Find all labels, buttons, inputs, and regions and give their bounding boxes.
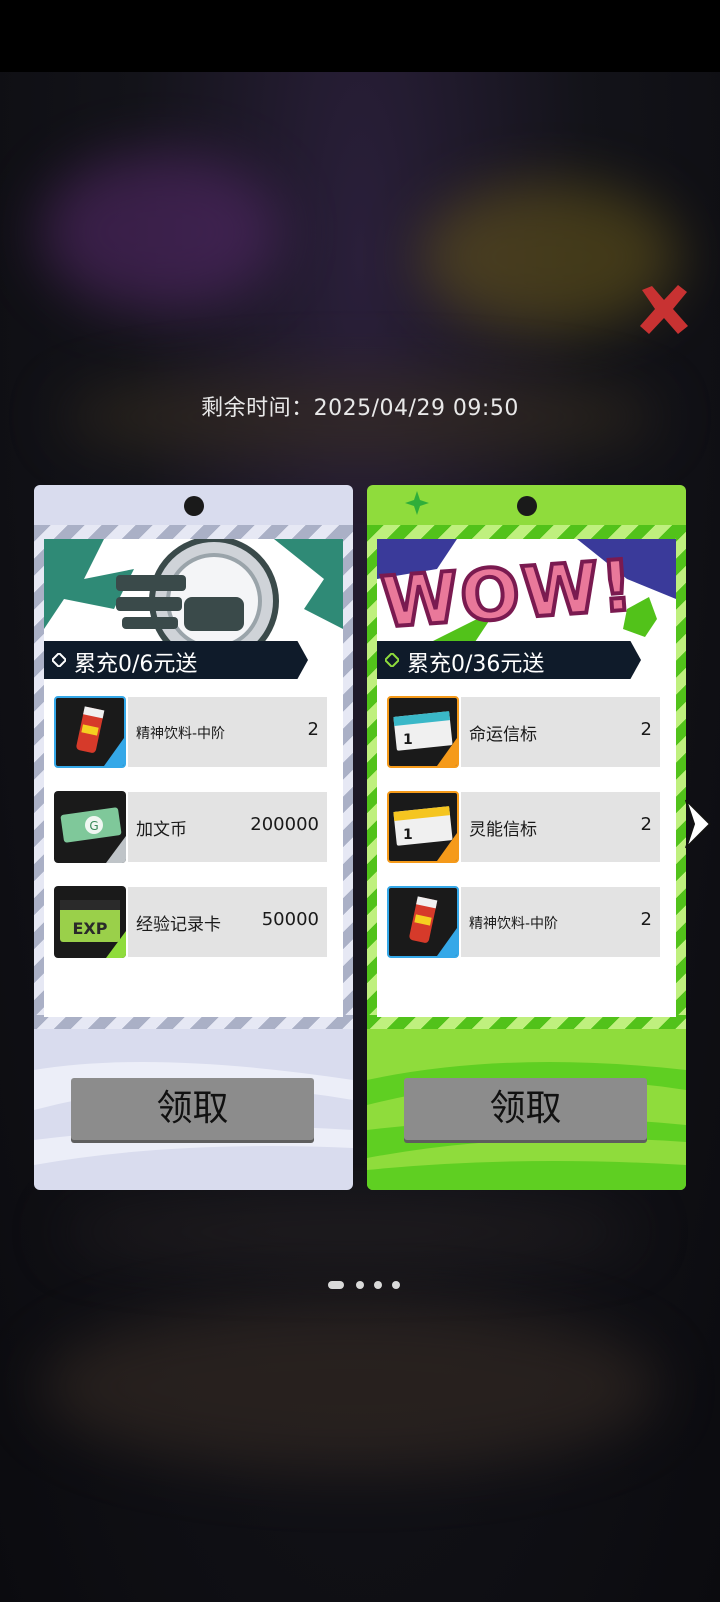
item-quantity: 2: [640, 814, 652, 835]
card-stripe-right: [676, 525, 686, 1015]
reward-card-36: WOW! 累充0/36元送 1 命运信标 2 1 灵能信标 2 精神饮料-中阶 …: [367, 485, 686, 1190]
wow-banner: WOW!: [377, 539, 676, 654]
chevron-right-icon[interactable]: [682, 798, 714, 850]
reward-item[interactable]: 精神饮料-中阶 2: [387, 886, 660, 958]
card-stripe-bottom: [367, 1015, 686, 1029]
svg-text:G: G: [89, 819, 98, 833]
card-panel: 累充0/6元送 精神饮料-中阶 2 G 加文币 200000 EXP 经验记录卡…: [44, 539, 343, 1017]
item-label-area: 灵能信标 2: [461, 792, 660, 862]
diamond-icon: [385, 653, 399, 667]
psionic-beacon-icon: 1: [387, 791, 459, 863]
item-name: 精神饮料-中阶: [136, 726, 226, 742]
reward-item[interactable]: 1 命运信标 2: [387, 696, 660, 768]
remaining-time: 剩余时间：2025/04/29 09:50: [201, 396, 519, 421]
item-label-area: 精神饮料-中阶 2: [461, 887, 660, 957]
item-quantity: 200000: [250, 814, 319, 835]
card-hole: [184, 496, 204, 516]
card-hole: [517, 496, 537, 516]
item-quantity: 2: [640, 909, 652, 930]
reward-item[interactable]: G 加文币 200000: [54, 791, 327, 863]
claim-button[interactable]: 领取: [404, 1078, 647, 1140]
page-dot[interactable]: [392, 1281, 400, 1289]
svg-text:1: 1: [403, 732, 413, 748]
sparkle-icon: [405, 491, 429, 515]
item-label-area: 加文币 200000: [128, 792, 327, 862]
page-dot[interactable]: [374, 1281, 382, 1289]
item-label-area: 经验记录卡 50000: [128, 887, 327, 957]
item-quantity: 50000: [261, 909, 319, 930]
energy-drink-icon: [387, 886, 459, 958]
claim-button[interactable]: 领取: [71, 1078, 314, 1140]
exp-card-icon: EXP: [54, 886, 126, 958]
item-name: 命运信标: [469, 725, 537, 745]
item-name: 灵能信标: [469, 820, 537, 840]
progress-title-bar: 累充0/36元送: [377, 641, 641, 679]
diamond-icon: [52, 653, 66, 667]
page-dot-active[interactable]: [328, 1281, 344, 1289]
fist-badge-banner: [44, 539, 343, 654]
svg-text:EXP: EXP: [73, 919, 108, 938]
item-label-area: 精神饮料-中阶 2: [128, 697, 327, 767]
svg-text:1: 1: [403, 827, 413, 843]
card-stripe-left: [367, 525, 377, 1015]
item-quantity: 2: [640, 719, 652, 740]
currency-ticket-icon: G: [54, 791, 126, 863]
reward-item[interactable]: EXP 经验记录卡 50000: [54, 886, 327, 958]
reward-item[interactable]: 1 灵能信标 2: [387, 791, 660, 863]
card-stripe-top: [34, 525, 353, 539]
card-panel: WOW! 累充0/36元送 1 命运信标 2 1 灵能信标 2 精神饮料-中阶 …: [377, 539, 676, 1017]
energy-drink-icon: [54, 696, 126, 768]
progress-title-bar: 累充0/6元送: [44, 641, 308, 679]
item-name: 经验记录卡: [136, 915, 221, 935]
progress-title: 累充0/36元送: [407, 652, 545, 677]
item-name: 加文币: [136, 820, 187, 840]
card-stripe-top: [367, 525, 686, 539]
reward-card-6: 累充0/6元送 精神饮料-中阶 2 G 加文币 200000 EXP 经验记录卡…: [34, 485, 353, 1190]
page-dot[interactable]: [356, 1281, 364, 1289]
fate-beacon-icon: 1: [387, 696, 459, 768]
card-stripe-bottom: [34, 1015, 353, 1029]
close-icon[interactable]: [636, 282, 692, 338]
reward-item[interactable]: 精神饮料-中阶 2: [54, 696, 327, 768]
status-bar: [0, 0, 720, 72]
progress-title: 累充0/6元送: [74, 652, 198, 677]
card-stripe-right: [343, 525, 353, 1015]
item-label-area: 命运信标 2: [461, 697, 660, 767]
item-name: 精神饮料-中阶: [469, 916, 559, 932]
item-quantity: 2: [307, 719, 319, 740]
card-stripe-left: [34, 525, 44, 1015]
